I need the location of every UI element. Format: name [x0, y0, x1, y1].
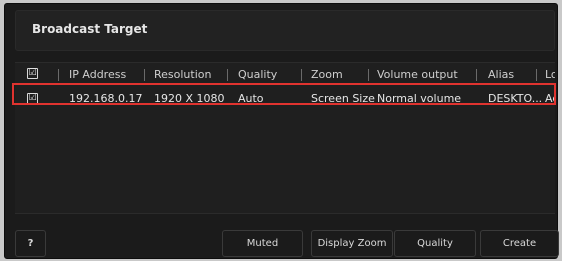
create-button[interactable]: Create: [480, 230, 559, 257]
panel-footer: ? Muted Display Zoom Quality Create: [15, 217, 559, 257]
row-ip-address: 192.168.0.17: [69, 92, 143, 105]
column-separator: [58, 69, 59, 81]
column-header-location[interactable]: Lo: [545, 63, 555, 87]
row-location: Ac: [545, 92, 555, 105]
column-separator: [301, 69, 302, 81]
column-separator: [536, 69, 537, 81]
select-all-checkbox[interactable]: ☑: [27, 68, 38, 79]
row-quality: Auto: [238, 92, 264, 105]
column-separator: [368, 69, 369, 81]
column-separator: [227, 69, 228, 81]
broadcast-target-panel: Broadcast Target ☑ IP Address Resolution…: [4, 3, 559, 259]
table-header: ☑ IP Address Resolution Quality Zoom Vol…: [15, 63, 555, 87]
broadcast-target-table: ☑ IP Address Resolution Quality Zoom Vol…: [15, 62, 555, 214]
row-resolution: 1920 X 1080: [154, 92, 225, 105]
panel-title: Broadcast Target: [32, 22, 148, 36]
column-header-volume-output[interactable]: Volume output: [377, 63, 458, 87]
help-button[interactable]: ?: [15, 230, 46, 257]
row-checkbox[interactable]: ☑: [27, 93, 38, 104]
row-alias: DESKTO...: [488, 92, 543, 105]
column-separator: [476, 69, 477, 81]
muted-button[interactable]: Muted: [222, 230, 303, 257]
column-header-alias[interactable]: Alias: [488, 63, 514, 87]
column-header-quality[interactable]: Quality: [238, 63, 277, 87]
row-zoom: Screen Size: [311, 92, 375, 105]
column-separator: [144, 69, 145, 81]
column-header-zoom[interactable]: Zoom: [311, 63, 343, 87]
column-header-resolution[interactable]: Resolution: [154, 63, 211, 87]
row-volume-output: Normal volume: [377, 92, 462, 105]
column-header-ip-address[interactable]: IP Address: [69, 63, 126, 87]
panel-header: Broadcast Target: [15, 10, 555, 51]
display-zoom-button[interactable]: Display Zoom: [311, 230, 393, 257]
table-row[interactable]: ☑ 192.168.0.17 1920 X 1080 Auto Screen S…: [15, 89, 555, 109]
quality-button[interactable]: Quality: [394, 230, 476, 257]
